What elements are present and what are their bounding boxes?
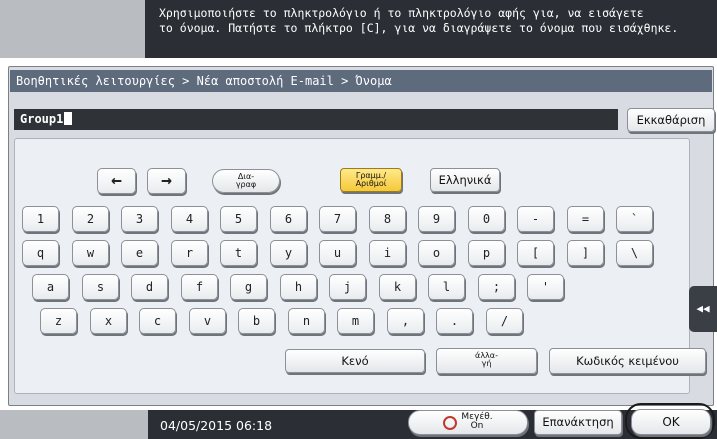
key-row2-11[interactable]: ]	[567, 240, 604, 266]
key-row2-7[interactable]: i	[369, 240, 406, 266]
letters-numbers-button[interactable]: Γραμμ./ Αριθμοί	[340, 168, 402, 192]
key-row2-10[interactable]: [	[517, 240, 554, 266]
key-row3-1[interactable]: s	[82, 274, 119, 300]
instruction-line-2: το όνομα. Πατήστε το πλήκτρο [C], για να…	[159, 21, 679, 35]
key-row1-11[interactable]: =	[567, 206, 604, 232]
key-row1-5[interactable]: 6	[270, 206, 307, 232]
key-row1-4[interactable]: 5	[220, 206, 257, 232]
ok-button[interactable]: OK	[631, 409, 711, 435]
key-row2-12[interactable]: \	[616, 240, 653, 266]
change-label-2: γή	[481, 359, 492, 368]
reset-button[interactable]: Επανάκτηση	[534, 410, 622, 435]
instruction-message: Χρησιμοποιήστε το πληκτρολόγιο ή το πληκ…	[145, 0, 717, 58]
key-row1-7[interactable]: 8	[369, 206, 406, 232]
key-row1-12[interactable]: `	[616, 206, 653, 232]
key-row4-6[interactable]: m	[337, 308, 374, 334]
change-button[interactable]: άλλα- γή	[436, 348, 537, 374]
key-row3-6[interactable]: j	[329, 274, 366, 300]
key-row3-2[interactable]: d	[131, 274, 168, 300]
delete-button[interactable]: Δια- γραφ	[212, 169, 280, 193]
right-arrow-key[interactable]: →	[147, 168, 186, 194]
message-bar-left	[0, 0, 145, 58]
key-row2-6[interactable]: u	[319, 240, 356, 266]
magnify-icon	[443, 415, 458, 430]
key-row2-8[interactable]: o	[418, 240, 455, 266]
text-cursor	[64, 112, 73, 125]
key-row1-0[interactable]: 1	[22, 206, 59, 232]
key-row4-1[interactable]: x	[90, 308, 127, 334]
key-row2-0[interactable]: q	[22, 240, 59, 266]
key-row1-8[interactable]: 9	[418, 206, 455, 232]
key-row3-9[interactable]: ;	[478, 274, 515, 300]
letters-numbers-label-2: Αριθμοί	[355, 179, 387, 188]
name-input[interactable]: Group1	[14, 109, 618, 130]
text-code-button[interactable]: Κωδικός κειμένου	[549, 348, 706, 374]
name-input-value: Group1	[20, 112, 64, 126]
key-row4-8[interactable]: .	[436, 308, 473, 334]
key-row4-4[interactable]: b	[238, 308, 275, 334]
key-row2-3[interactable]: r	[171, 240, 208, 266]
key-row3-4[interactable]: g	[230, 274, 267, 300]
key-row4-5[interactable]: n	[288, 308, 325, 334]
key-row4-3[interactable]: v	[189, 308, 226, 334]
side-panel-toggle-icon[interactable]: ◀◀	[689, 286, 717, 332]
zoom-display-button[interactable]: Μεγέθ. On	[408, 410, 528, 435]
key-row2-1[interactable]: w	[72, 240, 109, 266]
key-row1-1[interactable]: 2	[72, 206, 109, 232]
key-row4-0[interactable]: z	[40, 308, 77, 334]
key-row1-10[interactable]: -	[517, 206, 554, 232]
key-row2-5[interactable]: y	[270, 240, 307, 266]
key-row2-2[interactable]: e	[121, 240, 158, 266]
key-row3-5[interactable]: h	[280, 274, 317, 300]
key-row3-7[interactable]: k	[379, 274, 416, 300]
key-row1-3[interactable]: 4	[171, 206, 208, 232]
delete-label-2: γραφ	[235, 180, 257, 189]
key-row3-3[interactable]: f	[181, 274, 218, 300]
key-row4-2[interactable]: c	[139, 308, 176, 334]
key-row2-9[interactable]: p	[468, 240, 505, 266]
message-bar: Χρησιμοποιήστε το πληκτρολόγιο ή το πληκ…	[0, 0, 717, 58]
bottom-bar-left	[0, 410, 148, 439]
zoom-label-2: On	[470, 421, 484, 431]
left-arrow-key[interactable]: ←	[97, 168, 136, 194]
date-time: 04/05/2015 06:18	[160, 418, 273, 433]
instruction-line-1: Χρησιμοποιήστε το πληκτρολόγιο ή το πληκ…	[159, 6, 644, 20]
space-key[interactable]: Κενό	[285, 349, 425, 373]
key-row3-8[interactable]: l	[428, 274, 465, 300]
key-row1-9[interactable]: 0	[468, 206, 505, 232]
key-row1-6[interactable]: 7	[319, 206, 356, 232]
key-row3-0[interactable]: a	[32, 274, 69, 300]
breadcrumb: Βοηθητικές λειτουργίες > Νέα αποστολή E-…	[10, 70, 712, 92]
clear-button[interactable]: Εκκαθάριση	[627, 108, 715, 132]
key-row4-7[interactable]: ,	[387, 308, 424, 334]
key-row1-2[interactable]: 3	[121, 206, 158, 232]
greek-button[interactable]: Ελληνικά	[430, 168, 500, 192]
key-row3-10[interactable]: '	[527, 274, 564, 300]
key-row4-9[interactable]: /	[486, 308, 523, 334]
key-row2-4[interactable]: t	[220, 240, 257, 266]
